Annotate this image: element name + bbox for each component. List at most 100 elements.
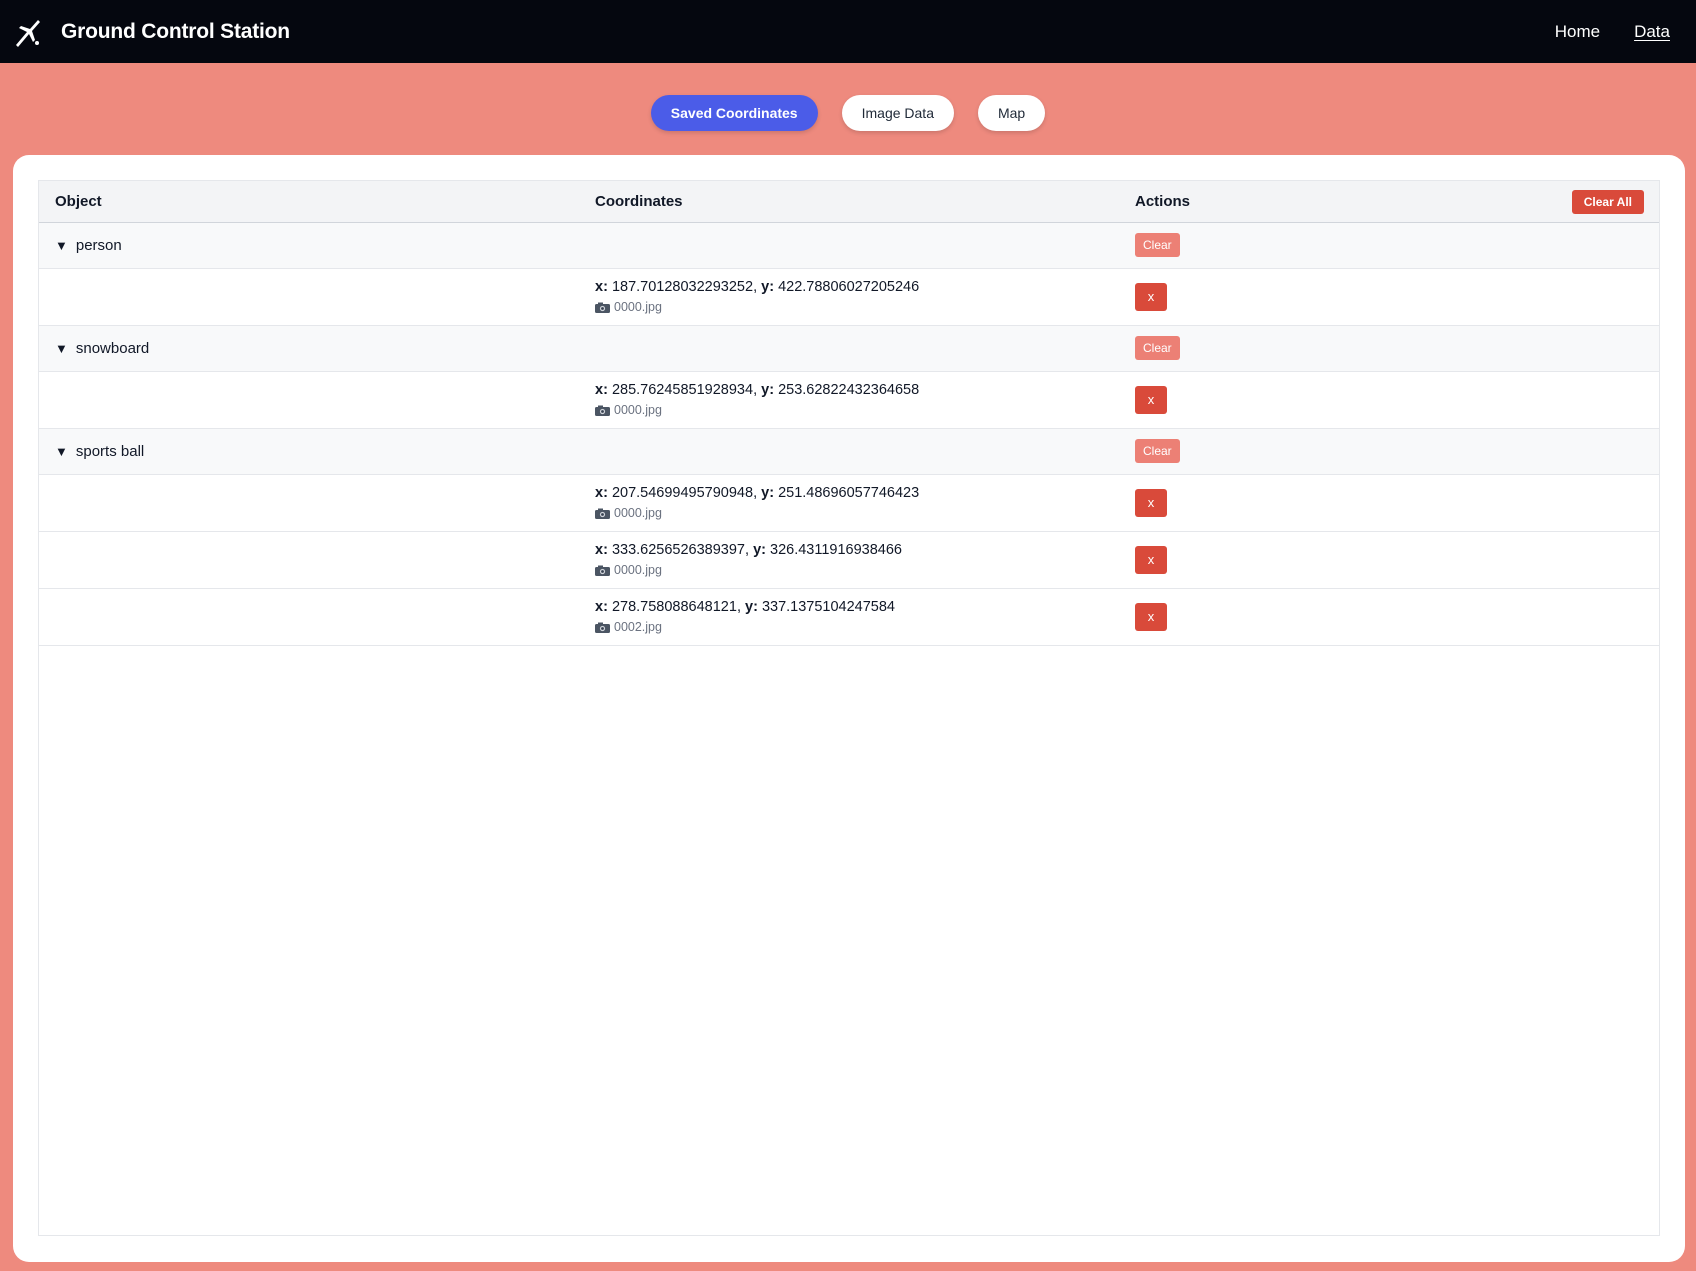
- image-filename: 0000.jpg: [614, 403, 662, 417]
- x-value: 207.54699495790948: [611, 485, 754, 501]
- delete-coordinate-button[interactable]: x: [1135, 602, 1167, 631]
- image-file-ref: 0000.jpg: [595, 300, 1119, 314]
- drone-icon[interactable]: [6, 10, 50, 54]
- tab-map[interactable]: Map: [977, 95, 1046, 131]
- y-label: y:: [761, 485, 775, 501]
- coordinate-cell: x: 333.6256526389397, y: 326.43119169384…: [579, 531, 1119, 588]
- x-label: x:: [595, 485, 608, 501]
- coordinates-table: Object Coordinates Actions Clear All ▼ pe…: [39, 181, 1659, 646]
- tab-bar: Saved Coordinates Image Data Map: [0, 95, 1696, 131]
- delete-coordinate-button[interactable]: x: [1135, 385, 1167, 414]
- clear-all-button[interactable]: Clear All: [1571, 190, 1644, 214]
- x-value: 187.70128032293252: [611, 279, 754, 295]
- x-value: 285.76245851928934: [611, 382, 754, 398]
- nav-data-link[interactable]: Data: [1634, 22, 1670, 42]
- y-value: 251.48696057746423: [778, 485, 920, 501]
- x-label: x:: [595, 599, 608, 615]
- nav-links: Home Data: [1555, 22, 1670, 42]
- image-file-ref: 0000.jpg: [595, 506, 1119, 520]
- x-label: x:: [595, 542, 608, 558]
- delete-coordinate-button[interactable]: x: [1135, 545, 1167, 574]
- table-row: x: 187.70128032293252, y: 422.7880602720…: [39, 268, 1659, 325]
- group-empty-cell: [579, 428, 1119, 474]
- coordinate-values: x: 187.70128032293252, y: 422.7880602720…: [595, 279, 920, 295]
- clear-group-button[interactable]: Clear: [1135, 336, 1180, 360]
- delete-coordinate-button[interactable]: x: [1135, 282, 1167, 311]
- object-empty-cell: [39, 588, 579, 645]
- x-label: x:: [595, 382, 608, 398]
- coordinate-cell: x: 285.76245851928934, y: 253.6282243236…: [579, 371, 1119, 428]
- group-actions-cell: Clear: [1119, 428, 1659, 474]
- group-name-cell: ▼ snowboard: [39, 325, 579, 371]
- y-value: 253.62822432364658: [778, 382, 920, 398]
- group-name-cell: ▼ person: [39, 222, 579, 268]
- content-card: Object Coordinates Actions Clear All ▼ pe…: [13, 155, 1685, 1262]
- group-empty-cell: [579, 325, 1119, 371]
- item-actions-cell: x: [1119, 268, 1659, 325]
- coordinate-values: x: 278.758088648121, y: 337.137510424758…: [595, 599, 895, 615]
- object-empty-cell: [39, 371, 579, 428]
- y-value: 326.4311916938466: [770, 542, 902, 558]
- group-name: sports ball: [75, 442, 145, 460]
- group-empty-cell: [579, 222, 1119, 268]
- collapse-caret-icon[interactable]: ▼: [55, 444, 68, 459]
- camera-icon: [595, 508, 610, 519]
- table-header-row: Object Coordinates Actions Clear All: [39, 181, 1659, 222]
- group-name-cell: ▼ sports ball: [39, 428, 579, 474]
- group-name: person: [75, 236, 122, 254]
- image-file-ref: 0000.jpg: [595, 403, 1119, 417]
- tab-image-data[interactable]: Image Data: [841, 95, 954, 131]
- tab-saved-coordinates[interactable]: Saved Coordinates: [650, 95, 818, 131]
- x-value: 278.758088648121: [611, 599, 737, 615]
- coordinates-column-header: Coordinates: [595, 192, 683, 210]
- item-actions-cell: x: [1119, 588, 1659, 645]
- table-row: x: 207.54699495790948, y: 251.4869605774…: [39, 474, 1659, 531]
- y-label: y:: [753, 542, 766, 558]
- y-label: y:: [761, 382, 775, 398]
- coordinate-values: x: 285.76245851928934, y: 253.6282243236…: [595, 382, 920, 398]
- coordinate-cell: x: 278.758088648121, y: 337.137510424758…: [579, 588, 1119, 645]
- item-actions-cell: x: [1119, 371, 1659, 428]
- nav-home-link[interactable]: Home: [1555, 22, 1600, 42]
- group-actions-cell: Clear: [1119, 325, 1659, 371]
- object-empty-cell: [39, 474, 579, 531]
- image-filename: 0000.jpg: [614, 563, 662, 577]
- group-row-sports-ball: ▼ sports ball Clear: [39, 428, 1659, 474]
- group-row-person: ▼ person Clear: [39, 222, 1659, 268]
- item-actions-cell: x: [1119, 474, 1659, 531]
- actions-header-label: Actions: [1135, 192, 1191, 210]
- collapse-caret-icon[interactable]: ▼: [55, 238, 68, 253]
- group-actions-cell: Clear: [1119, 222, 1659, 268]
- clear-group-button[interactable]: Clear: [1135, 439, 1180, 463]
- y-value: 337.1375104247584: [761, 599, 895, 615]
- app-title: Ground Control Station: [61, 19, 290, 43]
- camera-icon: [595, 565, 610, 576]
- coordinates-table-container: Object Coordinates Actions Clear All ▼ pe…: [38, 180, 1660, 1236]
- group-row-snowboard: ▼ snowboard Clear: [39, 325, 1659, 371]
- y-label: y:: [745, 599, 758, 615]
- x-label: x:: [595, 279, 608, 295]
- camera-icon: [595, 302, 610, 313]
- group-name: snowboard: [75, 339, 150, 357]
- x-value: 333.6256526389397: [611, 542, 745, 558]
- collapse-caret-icon[interactable]: ▼: [55, 341, 68, 356]
- camera-icon: [595, 622, 610, 633]
- object-empty-cell: [39, 531, 579, 588]
- image-file-ref: 0000.jpg: [595, 563, 1119, 577]
- coordinate-cell: x: 207.54699495790948, y: 251.4869605774…: [579, 474, 1119, 531]
- y-value: 422.78806027205246: [778, 279, 920, 295]
- image-file-ref: 0002.jpg: [595, 620, 1119, 634]
- camera-icon: [595, 405, 610, 416]
- table-row: x: 285.76245851928934, y: 253.6282243236…: [39, 371, 1659, 428]
- actions-column-header: Actions Clear All: [1119, 181, 1659, 222]
- table-body: ▼ person Clear x: 187.70128032293252, y: 42…: [39, 222, 1659, 645]
- image-filename: 0000.jpg: [614, 506, 662, 520]
- image-filename: 0002.jpg: [614, 620, 662, 634]
- table-row: x: 278.758088648121, y: 337.137510424758…: [39, 588, 1659, 645]
- clear-group-button[interactable]: Clear: [1135, 233, 1180, 257]
- delete-coordinate-button[interactable]: x: [1135, 488, 1167, 517]
- image-filename: 0000.jpg: [614, 300, 662, 314]
- y-label: y:: [761, 279, 775, 295]
- object-column-header: Object: [55, 192, 102, 210]
- navbar: Ground Control Station Home Data: [0, 0, 1696, 63]
